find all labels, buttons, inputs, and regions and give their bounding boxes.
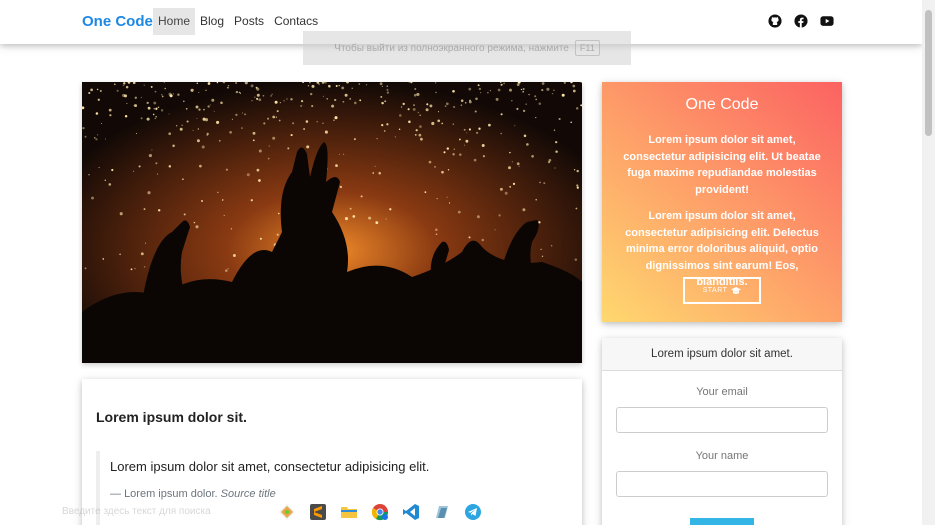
- promo-title: One Code: [685, 96, 759, 113]
- blockquote-footer-text: Lorem ipsum dolor.: [124, 488, 218, 500]
- form-header: Lorem ipsum dolor sit amet.: [602, 338, 842, 371]
- nav-links: Home Blog Posts Contacs: [153, 8, 323, 35]
- app-icon[interactable]: [433, 503, 451, 521]
- github-icon[interactable]: [768, 14, 782, 28]
- start-button[interactable]: START: [683, 277, 761, 304]
- nav-link-home[interactable]: Home: [153, 8, 196, 35]
- social-icons: [768, 14, 834, 28]
- telegram-icon[interactable]: [464, 503, 482, 521]
- graduation-cap-icon: [731, 286, 742, 294]
- brand-logo[interactable]: One Code: [82, 13, 153, 30]
- fullscreen-notice-key: F11: [574, 40, 600, 56]
- name-label: Your name: [695, 450, 749, 462]
- sublime-text-icon[interactable]: [309, 503, 327, 521]
- blockquote-source: Source title: [220, 488, 276, 500]
- post-title: Lorem ipsum dolor sit.: [96, 409, 247, 425]
- git-icon[interactable]: [278, 503, 296, 521]
- facebook-icon[interactable]: [794, 14, 808, 28]
- promo-card: One Code Lorem ipsum dolor sit amet, con…: [602, 82, 842, 322]
- fullscreen-notice-text: Чтобы выйти из полноэкранного режима, на…: [334, 42, 569, 54]
- scrollbar-thumb[interactable]: [925, 10, 932, 136]
- hero-image: [82, 82, 582, 363]
- chrome-icon[interactable]: [371, 503, 389, 521]
- concert-crowd-image: [82, 82, 582, 363]
- taskbar: [275, 498, 505, 525]
- email-label: Your email: [696, 386, 748, 398]
- nav-link-blog[interactable]: Blog: [195, 8, 229, 35]
- subscribe-form-card: Lorem ipsum dolor sit amet. Your email Y…: [602, 338, 842, 525]
- promo-paragraph-1: Lorem ipsum dolor sit amet, consectetur …: [623, 134, 821, 196]
- start-button-label: START: [702, 287, 728, 294]
- page-scrollbar[interactable]: [922, 0, 935, 525]
- youtube-icon[interactable]: [820, 14, 834, 28]
- submit-button[interactable]: [690, 518, 754, 525]
- file-explorer-icon[interactable]: [340, 503, 358, 521]
- nav-link-posts[interactable]: Posts: [229, 8, 269, 35]
- email-field[interactable]: [616, 407, 828, 433]
- taskbar-search-hint: Введите здесь текст для поиска: [62, 506, 211, 517]
- name-field[interactable]: [616, 471, 828, 497]
- vscode-icon[interactable]: [402, 503, 420, 521]
- blockquote-text: Lorem ipsum dolor sit amet, consectetur …: [110, 459, 430, 474]
- fullscreen-notice: Чтобы выйти из полноэкранного режима, на…: [303, 31, 631, 65]
